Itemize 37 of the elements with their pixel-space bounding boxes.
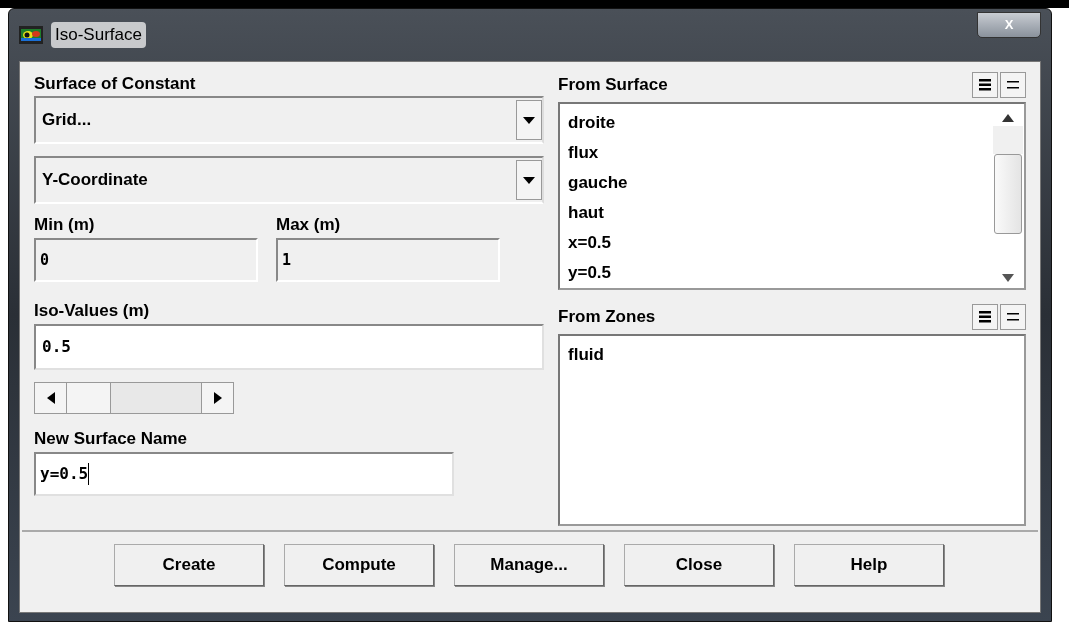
surface-name-field[interactable]: y=0.5 xyxy=(34,452,454,496)
list-item[interactable]: x=0.5 xyxy=(566,228,988,258)
list-item[interactable]: fluid xyxy=(566,340,1020,370)
slider[interactable] xyxy=(34,382,234,414)
dropdown[interactable]: Grid... xyxy=(34,96,544,144)
scroll-down-icon[interactable] xyxy=(1002,274,1014,282)
scrollbar-thumb[interactable] xyxy=(994,154,1022,234)
field-label: Max (m) xyxy=(276,214,342,236)
range-field[interactable]: 1 xyxy=(276,238,500,282)
deselect-all-icon[interactable] xyxy=(1000,304,1026,330)
dialog-button[interactable]: Create xyxy=(114,544,264,586)
list-item[interactable]: gauche xyxy=(566,168,988,198)
range-field[interactable]: 0 xyxy=(34,238,258,282)
field-label: Iso-Values (m) xyxy=(34,300,151,322)
slider-fill[interactable] xyxy=(67,383,112,413)
select-all-icon[interactable] xyxy=(972,304,998,330)
list-item[interactable]: y=0.5 xyxy=(566,258,988,288)
dialog-button[interactable]: Compute xyxy=(284,544,434,586)
list-label: From Surface xyxy=(558,74,669,97)
app-icon xyxy=(19,26,43,44)
iso-values-field[interactable]: 0.5 xyxy=(34,324,544,370)
dialog-button[interactable]: Close xyxy=(624,544,774,586)
list-item[interactable]: haut xyxy=(566,198,988,228)
select-all-icon[interactable] xyxy=(972,72,998,98)
list-item[interactable]: flux xyxy=(566,138,988,168)
deselect-all-icon[interactable] xyxy=(1000,72,1026,98)
list-label: From Zones xyxy=(558,306,657,329)
list-item[interactable]: droite xyxy=(566,108,988,138)
field-label: New Surface Name xyxy=(34,428,189,450)
field-label: Surface of Constant xyxy=(34,73,197,95)
dropdown[interactable]: Y-Coordinate xyxy=(34,156,544,204)
dialog-button[interactable]: Help xyxy=(794,544,944,586)
dialog-button[interactable]: Manage... xyxy=(454,544,604,586)
field-label: Min (m) xyxy=(34,214,96,236)
scroll-up-icon[interactable] xyxy=(1002,114,1014,122)
scrollbar-track[interactable] xyxy=(993,126,1023,154)
window-title: Iso-Surface xyxy=(51,22,146,48)
